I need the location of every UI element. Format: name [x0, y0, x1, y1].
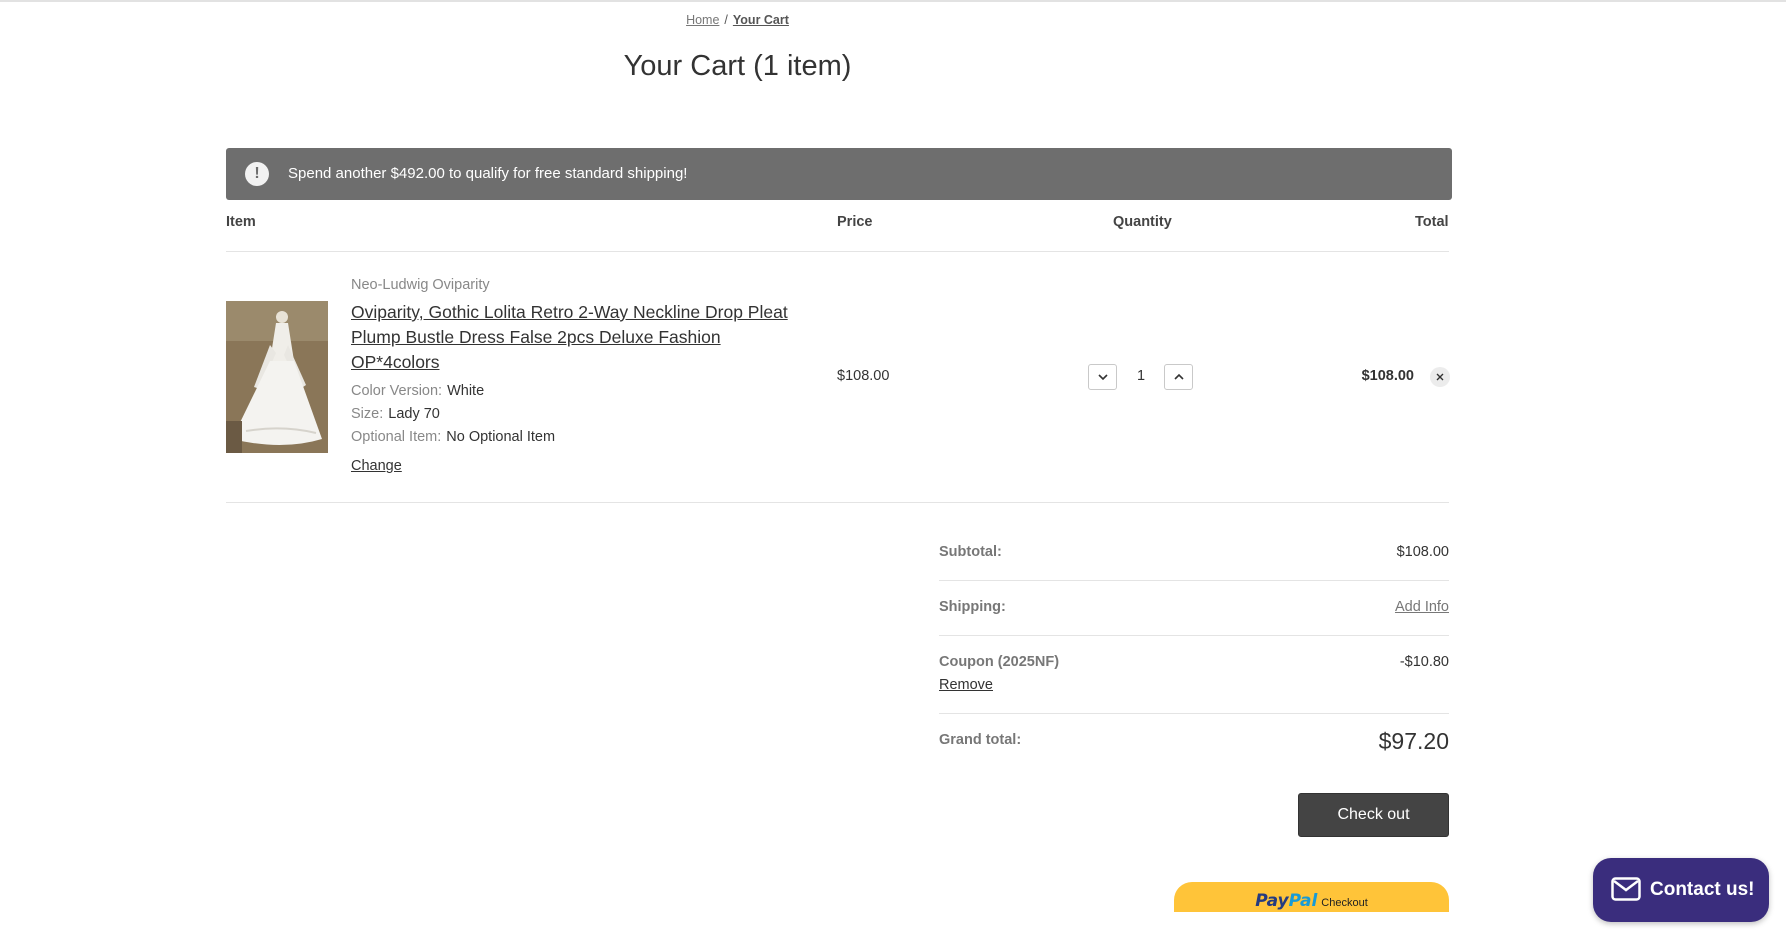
- summary-divider: [939, 713, 1449, 714]
- shipping-add-info-link[interactable]: Add Info: [1395, 599, 1449, 615]
- option-color: Color Version: White: [351, 383, 484, 399]
- exclamation-icon: !: [245, 162, 269, 186]
- quantity-increase-button[interactable]: [1164, 364, 1193, 390]
- checkout-button[interactable]: Check out: [1298, 793, 1449, 837]
- top-border: [0, 0, 1786, 2]
- summary-divider: [939, 580, 1449, 581]
- shipping-label: Shipping:: [939, 599, 1006, 615]
- option-optional-item-label: Optional Item:: [351, 429, 442, 445]
- product-image[interactable]: [226, 301, 328, 453]
- grand-total-value: $97.20: [1378, 728, 1449, 754]
- page-title: Your Cart (1 item): [623, 50, 852, 82]
- quantity-decrease-button[interactable]: [1088, 364, 1117, 390]
- paypal-logo: PayPal: [1255, 891, 1317, 911]
- breadcrumb-home-link[interactable]: Home: [686, 13, 719, 27]
- column-header-quantity: Quantity: [1113, 214, 1172, 230]
- option-optional-item: Optional Item: No Optional Item: [351, 429, 555, 445]
- option-size: Size: Lady 70: [351, 406, 440, 422]
- option-color-label: Color Version:: [351, 383, 443, 399]
- contact-us-button[interactable]: Contact us!: [1593, 858, 1769, 922]
- subtotal-label: Subtotal:: [939, 544, 1002, 560]
- product-name-link[interactable]: Oviparity, Gothic Lolita Retro 2-Way Nec…: [351, 300, 811, 375]
- item-price: $108.00: [837, 368, 890, 384]
- header-divider: [226, 251, 1449, 252]
- breadcrumb-separator: /: [724, 13, 728, 27]
- column-header-item: Item: [226, 214, 256, 230]
- close-icon: [1436, 373, 1444, 381]
- product-brand: Neo-Ludwig Oviparity: [351, 277, 490, 293]
- column-header-total: Total: [1415, 214, 1449, 230]
- option-size-label: Size:: [351, 406, 384, 422]
- paypal-logo-part1: Pay: [1255, 891, 1289, 911]
- column-header-price: Price: [837, 214, 873, 230]
- free-shipping-notice: ! Spend another $492.00 to qualify for f…: [226, 148, 1452, 200]
- option-size-value: Lady 70: [388, 406, 440, 422]
- breadcrumb-current-link[interactable]: Your Cart: [733, 13, 789, 27]
- chevron-up-icon: [1174, 373, 1184, 380]
- envelope-icon: [1611, 877, 1641, 901]
- coupon-label: Coupon (2025NF): [939, 654, 1060, 670]
- contact-us-label: Contact us!: [1650, 879, 1755, 900]
- change-options-link[interactable]: Change: [351, 458, 402, 474]
- subtotal-value: $108.00: [1396, 544, 1449, 560]
- remove-item-button[interactable]: [1430, 367, 1450, 387]
- paypal-checkout-button[interactable]: PayPal Checkout: [1174, 882, 1449, 912]
- item-divider: [226, 502, 1449, 503]
- breadcrumb: Home / Your Cart: [0, 13, 1475, 27]
- paypal-logo-part2: Pal: [1288, 891, 1318, 911]
- coupon-value: -$10.80: [1399, 654, 1449, 670]
- option-color-value: White: [447, 383, 485, 399]
- quantity-value[interactable]: 1: [1130, 368, 1152, 384]
- chevron-down-icon: [1098, 374, 1108, 381]
- summary-divider: [939, 635, 1449, 636]
- paypal-checkout-label: Checkout: [1321, 897, 1368, 909]
- option-optional-item-value: No Optional Item: [446, 429, 556, 445]
- free-shipping-message: Spend another $492.00 to qualify for fre…: [288, 165, 688, 182]
- grand-total-label: Grand total:: [939, 732, 1022, 748]
- coupon-remove-link[interactable]: Remove: [939, 677, 993, 693]
- item-total: $108.00: [1361, 368, 1414, 384]
